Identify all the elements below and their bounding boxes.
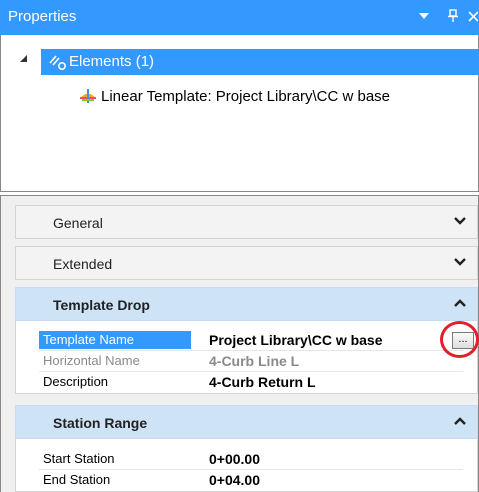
close-icon[interactable] xyxy=(468,9,479,26)
section-label: General xyxy=(53,215,103,231)
annotation-circle xyxy=(440,321,479,358)
dropdown-icon[interactable] xyxy=(418,9,430,25)
linear-template-icon xyxy=(79,88,97,104)
tree-item-label: Linear Template: Project Library\CC w ba… xyxy=(101,88,391,105)
prop-value[interactable]: 4-Curb Return L xyxy=(209,373,316,391)
pin-icon[interactable] xyxy=(447,9,459,26)
row-divider xyxy=(39,350,463,351)
prop-row-end-station[interactable]: End Station 0+04.00 xyxy=(39,471,463,489)
prop-value[interactable]: Project Library\CC w base xyxy=(209,331,383,349)
section-label: Station Range xyxy=(53,415,148,431)
tree-item-elements[interactable]: Elements (1) xyxy=(41,49,479,75)
expand-triangle-icon[interactable] xyxy=(19,54,28,66)
prop-name: End Station xyxy=(43,472,111,487)
chevron-down-icon[interactable] xyxy=(453,255,467,269)
tree-item-label: Elements (1) xyxy=(69,53,155,70)
section-extended-header[interactable]: Extended xyxy=(15,246,478,280)
prop-row-start-station[interactable]: Start Station 0+00.00 xyxy=(39,450,463,468)
prop-name: Horizontal Name xyxy=(43,353,140,368)
prop-name: Start Station xyxy=(43,451,115,466)
properties-titlebar: Properties xyxy=(0,0,479,35)
element-tree: Elements (1) Linear Template: Project Li… xyxy=(0,35,479,192)
prop-value: 4-Curb Line L xyxy=(209,353,300,369)
prop-row-horizontal-name[interactable]: Horizontal Name 4-Curb Line L xyxy=(39,352,463,370)
row-divider xyxy=(39,371,463,372)
section-template-drop-header[interactable]: Template Drop xyxy=(15,287,478,321)
prop-name: Template Name xyxy=(39,331,191,349)
prop-value[interactable]: 0+04.00 xyxy=(209,471,260,489)
elements-icon xyxy=(47,53,67,71)
section-general-header[interactable]: General xyxy=(15,205,478,239)
chevron-up-icon[interactable] xyxy=(453,414,467,428)
chevron-up-icon[interactable] xyxy=(453,296,467,310)
chevron-down-icon[interactable] xyxy=(453,214,467,228)
prop-row-description[interactable]: Description 4-Curb Return L xyxy=(39,373,463,391)
section-label: Extended xyxy=(53,256,113,272)
prop-row-template-name[interactable]: Template Name Project Library\CC w base xyxy=(39,331,463,349)
prop-value[interactable]: 0+00.00 xyxy=(209,450,260,468)
row-divider xyxy=(39,469,463,470)
section-station-range-header[interactable]: Station Range xyxy=(15,405,478,439)
panel-title: Properties xyxy=(8,8,77,25)
prop-name: Description xyxy=(43,374,109,389)
section-label: Template Drop xyxy=(53,297,150,313)
